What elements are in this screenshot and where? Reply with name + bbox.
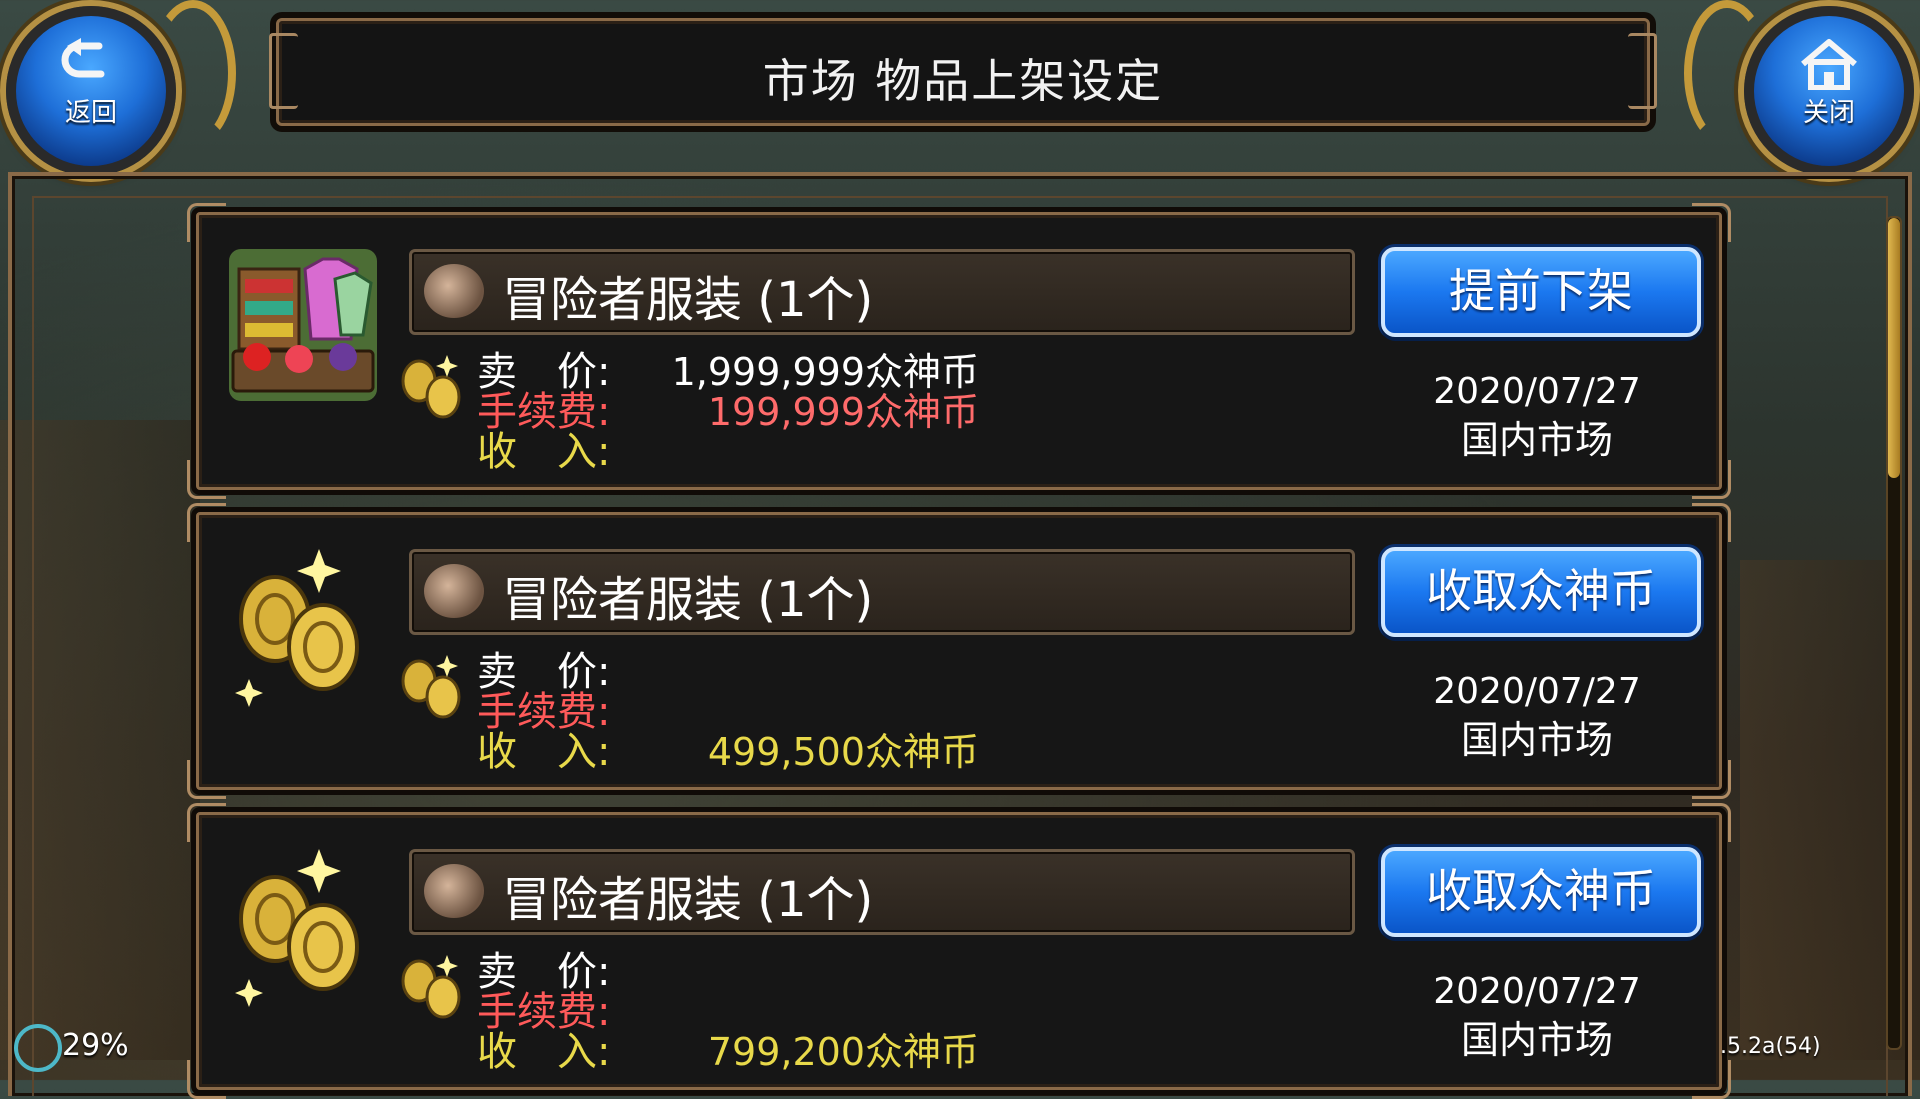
gold-ornament — [150, 0, 236, 146]
frame-corner — [187, 760, 226, 799]
frame-corner — [1692, 203, 1731, 242]
gold-ornament — [1684, 0, 1770, 146]
item-name: 冒险者服装 (1个) — [502, 572, 874, 628]
fee-value: 199,999众神币 — [707, 390, 979, 434]
gold-coins-icon — [235, 849, 359, 1007]
income-label: 收 入: — [477, 729, 611, 775]
home-icon — [1801, 39, 1857, 90]
frame-corner — [187, 803, 226, 842]
income-value: 499,500众神币 — [707, 730, 979, 774]
market-stall-icon — [229, 249, 377, 401]
item-name: 冒险者服装 (1个) — [502, 272, 874, 328]
listing-card: 冒险者服装 (1个) 提前下架 卖 价: 手续费: 收 入: 1,999,999… — [187, 203, 1731, 499]
battery-icon — [14, 1024, 62, 1072]
listing-card: 冒险者服装 (1个) 收取众神币 卖 价: 手续费: 收 入: 499,500众… — [187, 503, 1731, 799]
back-label: 返回 — [64, 98, 117, 128]
gold-coins-icon — [235, 549, 359, 707]
early-delist-button[interactable]: 提前下架 — [1381, 247, 1701, 337]
market-type: 国内市场 — [1460, 418, 1613, 462]
frame-corner — [187, 503, 226, 542]
item-name-bar: 冒险者服装 (1个) — [409, 249, 1355, 335]
scrollbar-thumb[interactable] — [1888, 218, 1900, 478]
listing-date: 2020/07/27 — [1433, 671, 1641, 712]
back-arrow-icon — [61, 38, 105, 78]
frame-corner — [187, 460, 226, 499]
listing-date: 2020/07/27 — [1433, 971, 1641, 1012]
listing-card: 冒险者服装 (1个) 收取众神币 卖 价: 手续费: 收 入: 799,200众… — [187, 803, 1731, 1099]
gold-coins-icon — [401, 655, 461, 719]
frame-corner — [1692, 760, 1731, 799]
version-label: .5.2a(54) — [1720, 1034, 1821, 1059]
collect-coins-button[interactable]: 收取众神币 — [1381, 847, 1701, 937]
close-button[interactable]: 关闭 — [1744, 6, 1914, 176]
item-name: 冒险者服装 (1个) — [502, 872, 874, 928]
frame-corner — [1692, 503, 1731, 542]
header-banner: 市场 物品上架设定 — [269, 18, 1657, 126]
listing-date: 2020/07/27 — [1433, 371, 1641, 412]
clothing-icon — [424, 564, 484, 618]
frame-corner — [187, 203, 226, 242]
item-name-bar: 冒险者服装 (1个) — [409, 849, 1355, 935]
market-type: 国内市场 — [1460, 1018, 1613, 1062]
gold-coins-icon — [401, 955, 461, 1019]
clothing-icon — [424, 864, 484, 918]
frame-corner — [1692, 803, 1731, 842]
frame-corner — [1692, 460, 1731, 499]
scrollbar[interactable] — [1886, 216, 1902, 1050]
collect-coins-button[interactable]: 收取众神币 — [1381, 547, 1701, 637]
income-label: 收 入: — [477, 1029, 611, 1075]
clothing-icon — [424, 264, 484, 318]
page-title: 市场 物品上架设定 — [762, 54, 1164, 108]
market-type: 国内市场 — [1460, 718, 1613, 762]
battery-percent: 29% — [62, 1028, 129, 1063]
item-name-bar: 冒险者服装 (1个) — [409, 549, 1355, 635]
income-value: 799,200众神币 — [707, 1030, 979, 1074]
gold-coins-icon — [401, 355, 461, 419]
close-label: 关闭 — [1802, 98, 1855, 128]
income-label: 收 入: — [477, 429, 611, 475]
